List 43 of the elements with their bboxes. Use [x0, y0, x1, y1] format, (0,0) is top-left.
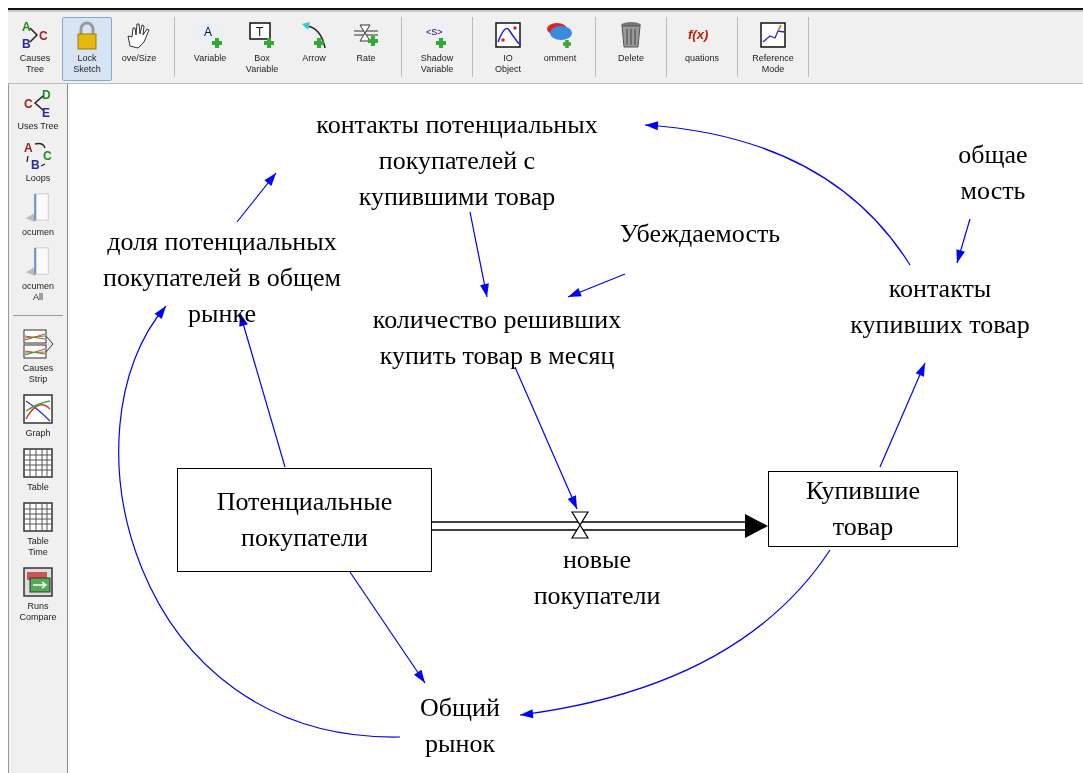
sidebar-button[interactable]: Causes Strip	[10, 326, 66, 387]
graph-icon	[22, 393, 54, 425]
variable-label: доля потенциальных покупателей в общем рынке	[103, 226, 341, 330]
toolbar-button[interactable]: ove/Size	[114, 17, 164, 81]
sidebar-button[interactable]: Runs Compare	[10, 564, 66, 625]
variable-label: контакты купивших товар	[850, 273, 1030, 341]
sidebar-button[interactable]: Graph	[10, 391, 66, 441]
toolbar-button[interactable]: IO Object	[483, 17, 533, 81]
io-object-graph-icon	[493, 20, 523, 50]
runs-compare-icon	[22, 566, 54, 598]
function-icon: f(x)	[687, 20, 717, 50]
sidebar-button[interactable]: Table Time	[10, 499, 66, 560]
link-arrow	[236, 172, 277, 223]
link-arrow	[956, 218, 971, 264]
table-icon	[22, 447, 54, 479]
stock-box: Купившие товар	[768, 471, 958, 547]
reference-mode-graph-icon	[758, 20, 788, 50]
variable-label: Убеждаемость	[619, 218, 781, 250]
sidebar-button[interactable]: A B C Loops	[10, 138, 66, 186]
sidebar-button[interactable]: Table	[10, 445, 66, 495]
variable-label: контакты потенциальных покупателей с купившими товар	[316, 109, 598, 213]
toolbar-button[interactable]: Reference Mode	[748, 17, 798, 81]
table-icon	[22, 501, 54, 533]
valve-icon	[570, 511, 590, 539]
toolbar-button[interactable]: Delete	[606, 17, 656, 81]
toolbar-button[interactable]: A Variable	[185, 17, 235, 81]
causes-strip-icon	[22, 328, 54, 360]
toolbar-button[interactable]: Arrow	[289, 17, 339, 81]
variable-label: количество решивших купить товар в месяц	[372, 304, 622, 372]
toolbar-button[interactable]: Rate	[341, 17, 391, 81]
variable-label: Общий рынок	[420, 692, 500, 760]
toolbar-button[interactable]: omment	[535, 17, 585, 81]
speech-bubbles-icon	[545, 20, 575, 50]
rate-label: новые покупатели	[533, 544, 661, 612]
variable-label: общае мость	[958, 139, 1028, 207]
toolbar-button[interactable]: T Box Variable	[237, 17, 287, 81]
sidebar-button[interactable]: ocumen	[10, 190, 66, 240]
stock-box: Потенциальные покупатели	[177, 468, 432, 572]
link-arrow	[567, 273, 626, 298]
toolbar-button[interactable]: f(x) quations	[677, 17, 727, 81]
toolbar-button[interactable]: Lock Sketch	[62, 17, 112, 81]
sidebar-button[interactable]: ocumen All	[10, 244, 66, 305]
toolbar-button[interactable]: <S> Shadow Variable	[412, 17, 462, 81]
